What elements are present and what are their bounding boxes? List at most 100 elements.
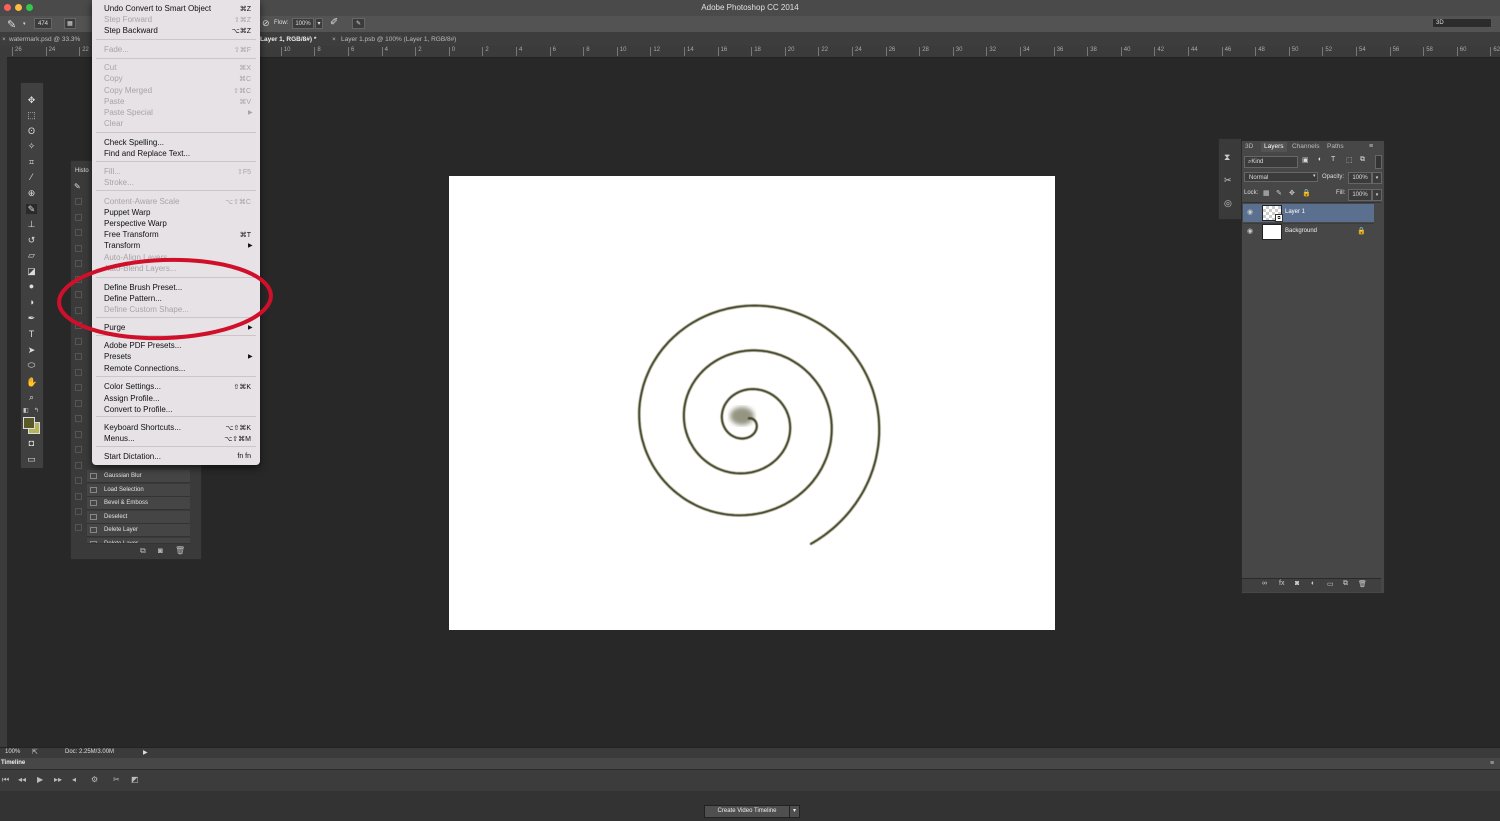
blend-mode-select[interactable]: Normal [1244,172,1318,182]
transition-icon[interactable]: ◩ [131,775,139,784]
create-timeline-dropdown-icon[interactable]: ▾ [789,805,800,818]
history-source-checkbox[interactable] [75,384,82,391]
zoom-tool-icon[interactable]: ⌕ [26,392,37,402]
panel-menu-icon[interactable]: ≡ [1369,143,1373,150]
history-source-checkbox[interactable] [75,198,82,205]
tab-layers[interactable]: Layers [1261,142,1287,152]
play-icon[interactable]: ▶ [37,775,43,784]
type-tool-icon[interactable]: T [26,329,37,339]
link-layers-icon[interactable]: ∞ [1262,580,1267,587]
tab-close-icon[interactable]: × [2,36,6,43]
history-source-checkbox[interactable] [75,415,82,422]
history-source-checkbox[interactable] [75,430,82,438]
filter-toggle-switch[interactable] [1375,155,1382,169]
opacity-field[interactable]: 100% [1348,172,1372,184]
delete-state-trash-icon[interactable]: 🗑 [175,546,185,555]
history-item[interactable]: Load Selection [87,483,190,497]
path-selection-tool-icon[interactable]: ➤ [26,345,37,355]
menu-item-step-backward[interactable]: Step Backward [104,26,158,35]
filter-type-icon[interactable]: T [1331,156,1335,163]
pen-tool-icon[interactable]: ✒ [26,313,37,323]
document-tab-active[interactable]: Layer 1, RGB/8#) * [260,36,316,43]
tab-channels[interactable]: Channels [1292,143,1319,150]
magic-wand-tool-icon[interactable]: ✧ [26,141,37,151]
layer-comps-icon[interactable]: ◎ [1224,198,1232,209]
document-canvas[interactable] [449,176,1055,630]
fill-field[interactable]: 100% [1348,189,1372,201]
history-item[interactable]: Delete Layer [87,524,190,537]
share-icon[interactable]: ⇱ [32,748,38,756]
new-layer-icon[interactable]: ⧉ [1343,580,1348,588]
menu-item-assign-profile[interactable]: Assign Profile... [104,394,160,403]
history-item[interactable]: Gaussian Blur [87,470,190,483]
layer-style-fx-icon[interactable]: fx [1279,580,1284,587]
history-item[interactable]: Deselect [87,510,190,524]
paint-bucket-tool-icon[interactable]: ◪ [26,266,37,276]
move-tool-icon[interactable]: ✥ [26,95,37,105]
history-brush-source-icon[interactable]: ✎ [74,182,81,191]
add-mask-icon[interactable]: ◙ [1295,580,1299,587]
menu-item-remote-connections[interactable]: Remote Connections... [104,364,185,373]
menu-item-start-dictation[interactable]: Start Dictation... [104,452,161,461]
previous-frame-icon[interactable]: ◂◂ [18,775,26,784]
lasso-tool-icon[interactable]: ʘ [26,126,37,136]
menu-item-puppet-warp[interactable]: Puppet Warp [104,208,150,217]
swap-colors-icon[interactable]: ↰ [34,407,39,414]
tab-paths[interactable]: Paths [1327,143,1344,150]
menu-item-menus[interactable]: Menus... [104,434,135,443]
history-source-checkbox[interactable] [75,244,82,252]
hand-tool-icon[interactable]: ✋ [26,377,37,387]
pressure-size-icon[interactable]: ✎ [352,18,365,29]
timeline-menu-icon[interactable]: ≡ [1490,760,1494,767]
fill-chevron-icon[interactable]: ▾ [1372,189,1382,201]
default-colors-icon[interactable]: ◧ [23,407,29,414]
menu-item-free-transform[interactable]: Free Transform [104,230,159,239]
flow-field[interactable]: 100% [292,18,314,29]
history-source-checkbox[interactable] [75,213,82,221]
shape-tool-icon[interactable]: ⬭ [26,360,37,370]
lock-all-icon[interactable]: 🔒 [1302,189,1311,197]
visibility-eye-icon[interactable]: ◉ [1247,227,1253,235]
quick-mask-icon[interactable]: ◘ [26,438,37,448]
menu-item-keyboard-shortcuts[interactable]: Keyboard Shortcuts... [104,423,181,432]
blur-tool-icon[interactable]: ● [26,281,37,291]
visibility-eye-icon[interactable]: ◉ [1247,208,1253,216]
filter-shape-icon[interactable]: ⬚ [1346,156,1353,164]
tab-close-icon[interactable]: × [332,36,336,43]
history-source-checkbox[interactable] [75,399,82,407]
zoom-level[interactable]: 100% [5,749,20,755]
layer-filter-select[interactable]: ⌕Kind [1244,156,1298,168]
history-item[interactable]: Delete Layer [87,537,190,544]
history-source-checkbox[interactable] [75,368,82,376]
filter-adjustment-icon[interactable]: ◐ [1318,156,1322,163]
brush-panel-toggle-icon[interactable]: ▦ [64,18,76,29]
brush-tool-icon[interactable]: ✎ [7,18,16,31]
history-source-checkbox[interactable] [75,229,82,236]
mute-audio-icon[interactable]: ◂ [72,775,76,784]
new-group-icon[interactable]: ▭ [1327,580,1334,588]
menu-item-convert-to-profile[interactable]: Convert to Profile... [104,405,172,414]
crop-tool-icon[interactable]: ⌗ [26,157,37,167]
history-item[interactable]: Bevel & Emboss [87,497,190,510]
brush-preset-chevron-icon[interactable]: ▾ [23,21,26,27]
brush-tool-icon[interactable]: ✎ [26,204,37,214]
first-frame-icon[interactable]: ⏮ [2,775,9,785]
flow-chevron-icon[interactable]: ▾ [315,18,323,29]
pressure-opacity-icon[interactable]: ⊘ [262,18,270,29]
split-scissors-icon[interactable]: ✂ [113,775,120,784]
create-video-timeline-button[interactable]: Create Video Timeline [704,805,790,818]
history-source-checkbox[interactable] [75,477,82,484]
next-frame-icon[interactable]: ▸▸ [54,775,62,784]
eyedropper-tool-icon[interactable]: ⁄ [26,172,37,182]
history-panel-icon[interactable]: ⧗ [1224,152,1230,163]
tool-presets-icon[interactable]: ✂ [1224,175,1232,186]
menu-item-color-settings[interactable]: Color Settings... [104,382,161,391]
history-source-checkbox[interactable] [75,492,82,500]
new-document-from-state-icon[interactable]: ⧉ [140,546,146,556]
history-source-checkbox[interactable] [75,508,82,515]
eraser-tool-icon[interactable]: ▱ [26,250,37,260]
screen-mode-icon[interactable]: ▭ [26,454,37,464]
foreground-color-swatch[interactable] [23,417,35,429]
history-source-checkbox[interactable] [75,523,82,531]
menu-item-perspective-warp[interactable]: Perspective Warp [104,219,167,228]
